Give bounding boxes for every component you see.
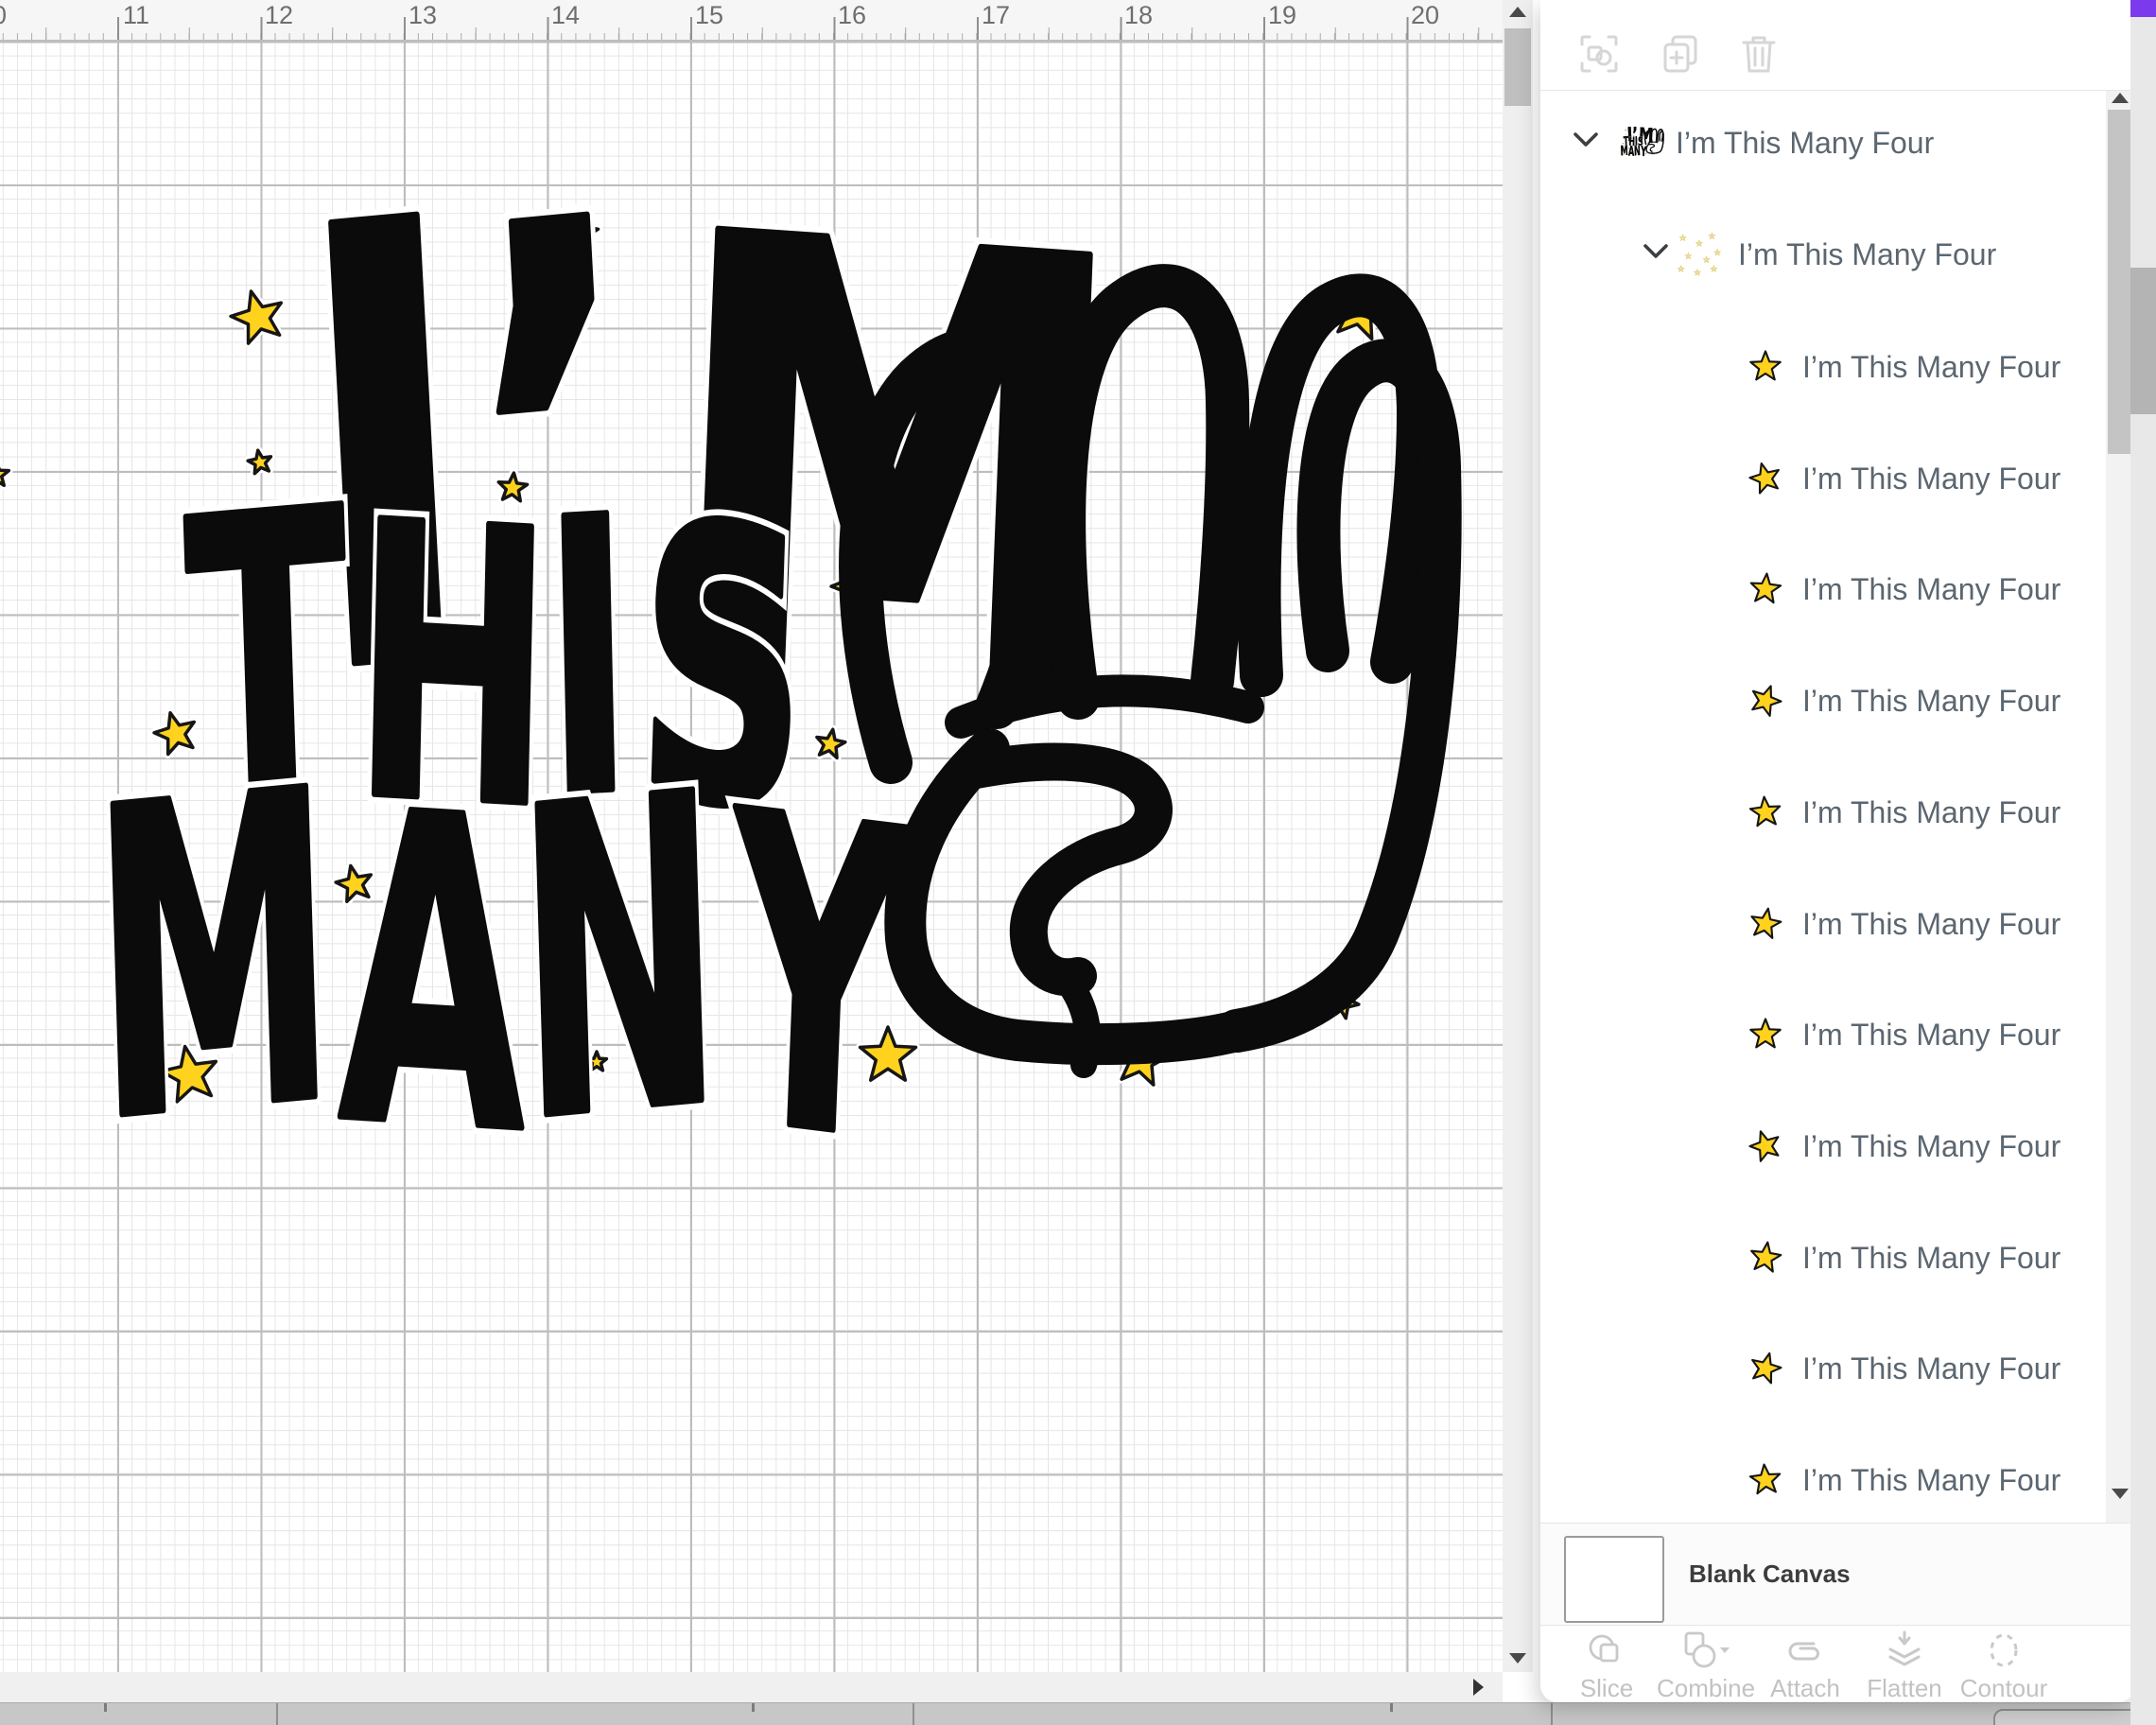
delete-icon[interactable]	[1736, 31, 1782, 77]
ruler-number: 11	[122, 1, 150, 29]
panel-scroll-thumb[interactable]	[2108, 110, 2132, 454]
star-layer-icon	[1747, 349, 1783, 390]
subgroup-thumbnail	[1672, 229, 1723, 283]
layer-row-star[interactable]: I’m This Many Four	[1540, 670, 2106, 732]
slice-icon	[1589, 1634, 1619, 1663]
taskbar-strip	[0, 1702, 2156, 1725]
slice-button[interactable]: Slice	[1557, 1625, 1656, 1702]
ruler-number: 12	[264, 1, 294, 29]
scroll-right-icon[interactable]	[1473, 1679, 1484, 1696]
star-layer-icon	[1747, 794, 1783, 835]
canvas-design-svg: I’M I’M THIS THIS MANY MANY	[0, 85, 1462, 1239]
actions-toolbar: Slice Combine Attach Flatten Contour	[1540, 1625, 2135, 1702]
browser-scroll-thumb[interactable]	[2130, 268, 2156, 414]
canvas-horizontal-scrollbar[interactable]	[0, 1672, 1503, 1702]
contour-button[interactable]: Contour	[1955, 1625, 2053, 1702]
layer-row-subgroup[interactable]: I’m This Many Four	[1540, 223, 2106, 286]
group-thumbnail	[1616, 119, 1665, 167]
star-layer-icon	[1747, 1350, 1783, 1391]
attach-button[interactable]: Attach	[1756, 1625, 1854, 1702]
layers-panel: I’m This Many Four I’m This Many Four I’m …	[1540, 0, 2135, 1702]
design-text-line3[interactable]: MANY MANY	[69, 700, 937, 1238]
ruler-number: 17	[981, 1, 1011, 29]
ruler-number: 10	[0, 1, 7, 30]
blank-canvas-swatch[interactable]	[1564, 1536, 1664, 1623]
layer-row-star[interactable]: I’m This Many Four	[1540, 336, 2106, 398]
taskbar-separator	[1551, 1703, 1553, 1725]
select-all-icon[interactable]	[1576, 31, 1622, 77]
ruler-number: 15	[694, 1, 724, 29]
taskbar-tick	[104, 1703, 107, 1712]
blank-canvas-row[interactable]: Blank Canvas	[1540, 1524, 2135, 1625]
contour-icon	[1990, 1633, 2018, 1667]
canvas-area: I’M I’M THIS THIS MANY MANY 11 12 13 14 …	[0, 0, 1540, 1702]
flatten-button[interactable]: Flatten	[1855, 1625, 1954, 1702]
combine-button[interactable]: Combine	[1657, 1625, 1755, 1702]
star-layer-icon	[1747, 683, 1783, 723]
flatten-icon	[1888, 1630, 1921, 1666]
browser-scrollbar[interactable]	[2130, 0, 2156, 1725]
layer-row-star[interactable]: I’m This Many Four	[1540, 558, 2106, 620]
duplicate-icon[interactable]	[1658, 31, 1703, 77]
ruler-number: 19	[1267, 1, 1297, 29]
layer-row-star[interactable]: I’m This Many Four	[1540, 1115, 2106, 1177]
taskbar-separator	[276, 1703, 278, 1725]
star-layer-icon	[1747, 1017, 1783, 1057]
app-window: I’M I’M THIS THIS MANY MANY 11 12 13 14 …	[0, 0, 2156, 1725]
layers-list: I’m This Many Four I’m This Many Four I’m …	[1540, 91, 2106, 1523]
ruler-number: 20	[1410, 1, 1440, 29]
layer-row-star[interactable]: I’m This Many Four	[1540, 1449, 2106, 1511]
star-layer-icon	[1747, 461, 1783, 501]
star-layer-icon	[1747, 1240, 1783, 1281]
browser-accent	[2130, 0, 2156, 17]
taskbar-tick	[752, 1703, 755, 1712]
layer-row-group[interactable]: I’m This Many Four	[1540, 112, 2106, 174]
panel-scroll-up-icon[interactable]	[2112, 93, 2129, 103]
ruler-number: 14	[550, 1, 581, 29]
layer-row-star[interactable]: I’m This Many Four	[1540, 1003, 2106, 1066]
scroll-up-icon[interactable]	[1509, 7, 1526, 17]
ruler-number: 13	[408, 1, 438, 29]
layer-row-star[interactable]: I’m This Many Four	[1540, 447, 2106, 510]
taskbar-separator	[913, 1703, 914, 1725]
canvas-vertical-scrollbar[interactable]	[1503, 0, 1533, 1672]
ruler-number: 16	[837, 1, 867, 29]
star-layer-icon	[1747, 906, 1783, 947]
canvas-vscroll-thumb[interactable]	[1504, 28, 1531, 106]
svg-text:MANY: MANY	[78, 709, 928, 1228]
star-layer-icon	[1747, 1462, 1783, 1503]
taskbar-tick	[1390, 1703, 1393, 1712]
combine-icon	[1684, 1631, 1730, 1668]
chevron-down-icon[interactable]	[1642, 242, 1670, 266]
design-group[interactable]: I’M I’M THIS THIS MANY MANY	[0, 85, 1462, 1239]
panel-scroll-down-icon[interactable]	[2112, 1489, 2129, 1499]
layer-row-star[interactable]: I’m This Many Four	[1540, 893, 2106, 955]
layer-row-star[interactable]: I’m This Many Four	[1540, 1337, 2106, 1400]
layer-row-star[interactable]: I’m This Many Four	[1540, 781, 2106, 844]
ruler: 10 11 12 13 14 15 16 17 18 19 20	[0, 0, 1503, 42]
design-star[interactable]	[0, 459, 13, 490]
attach-icon	[1788, 1642, 1819, 1661]
design-star[interactable]	[226, 285, 289, 348]
layers-panel-header	[1540, 0, 2135, 90]
layer-row-star[interactable]: I’m This Many Four	[1540, 1227, 2106, 1289]
scroll-down-icon[interactable]	[1509, 1653, 1526, 1664]
star-layer-icon	[1747, 571, 1783, 612]
ruler-number: 18	[1123, 1, 1154, 29]
star-layer-icon	[1747, 1128, 1783, 1169]
blank-canvas-label: Blank Canvas	[1689, 1559, 1851, 1588]
chevron-down-icon[interactable]	[1572, 131, 1600, 154]
